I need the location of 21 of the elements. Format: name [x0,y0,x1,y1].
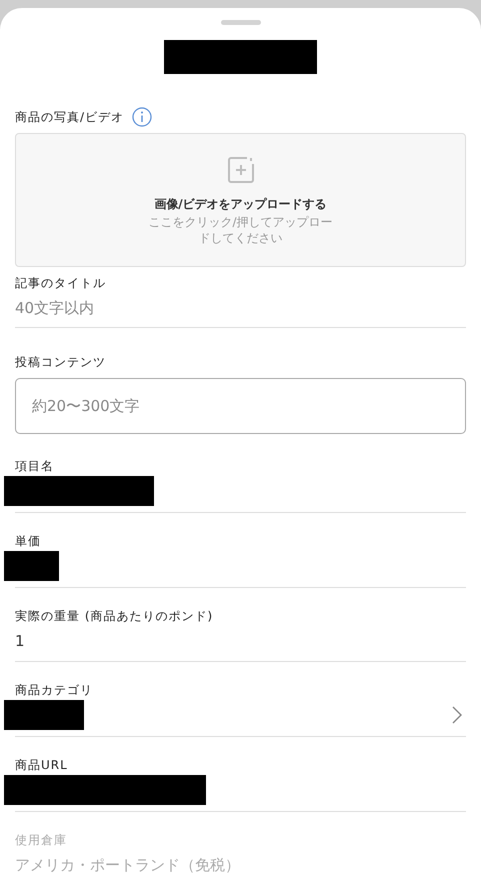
field-label: 使用倉庫 [15,832,68,848]
input-field[interactable]: 40文字以内 [15,298,94,318]
field-label: 商品の写真/ビデオ [15,109,124,125]
drag-handle[interactable] [220,20,260,25]
upload-title: 画像/ビデオをアップロードする [154,196,327,213]
placeholder-text: 約20〜300文字 [32,396,140,416]
upload-hint: ここをクリック/押してアップロードしてください [147,215,334,246]
upload-area[interactable]: 画像/ビデオをアップロードする ここをクリック/押してアップロードしてください [15,133,466,267]
field-label: 商品カテゴリ [15,682,94,698]
field-label: 商品URL [15,757,69,773]
info-icon[interactable] [132,107,152,127]
field-label: 記事のタイトル [15,275,107,291]
field-label: 実際の重量 (商品あたりのポンド) [15,608,214,624]
chevron-right-icon[interactable] [452,706,462,724]
add-image-icon [226,156,254,184]
field-label: 項目名 [15,458,55,474]
field-label: 単価 [15,533,42,549]
text-area[interactable]: 約20〜300文字 [15,378,466,434]
input-field[interactable]: 1 [15,631,25,651]
field-label: 投稿コンテンツ [15,354,107,370]
input-field: アメリカ・ポートランド（免税） [15,855,240,875]
